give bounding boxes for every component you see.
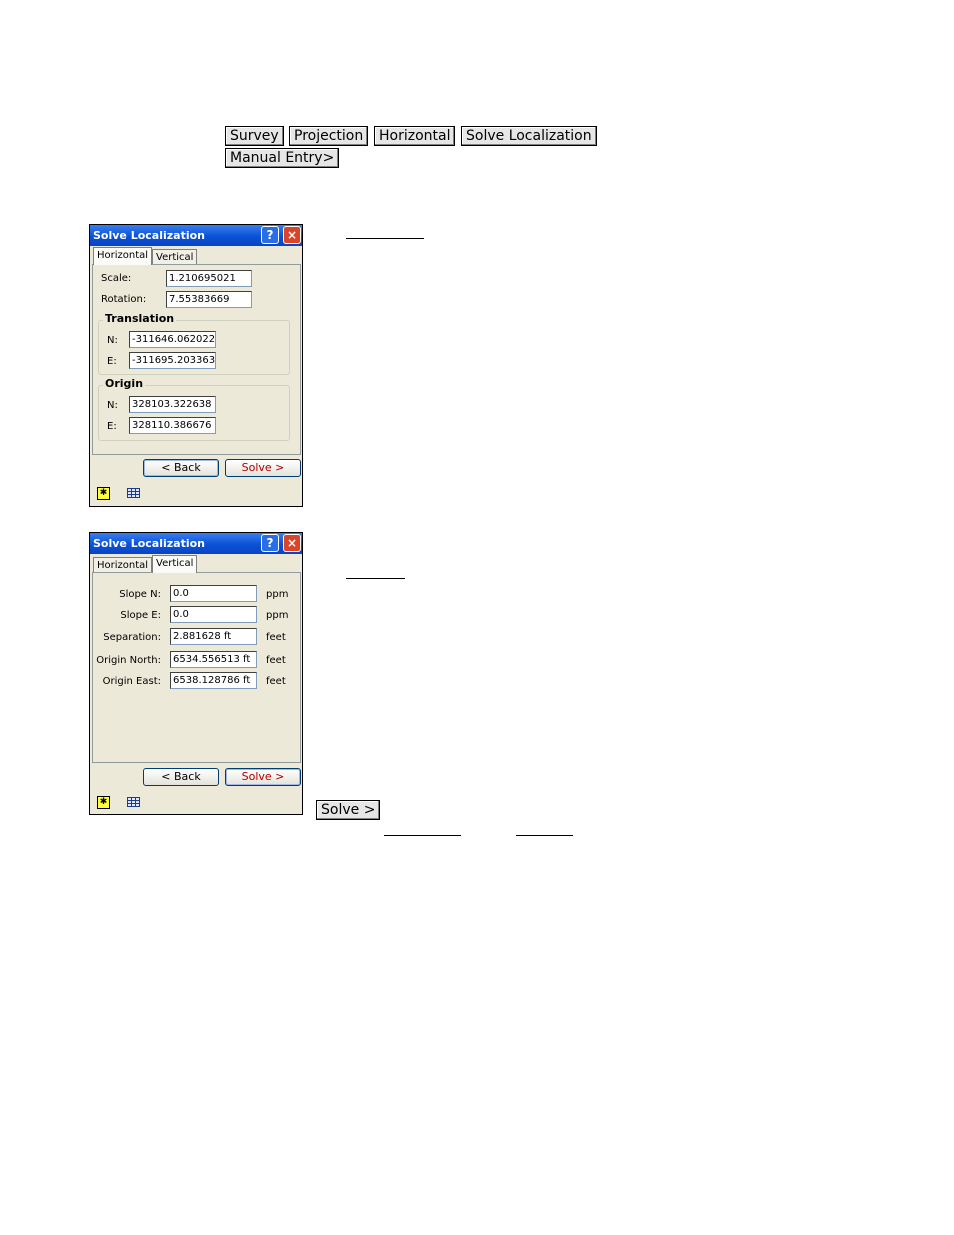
nav-projection-button[interactable]: Projection [289, 126, 369, 146]
separation-unit: feet [266, 632, 286, 643]
origin-n-field[interactable]: 328103.322638 [129, 396, 216, 413]
slope-n-field[interactable]: 0.0 [170, 585, 257, 602]
translation-n-label: N: [107, 335, 118, 346]
separation-field[interactable]: 2.881628 ft [170, 628, 257, 645]
origin-n-label: N: [107, 400, 118, 411]
origin-title: Origin [103, 377, 146, 390]
origin-east-unit: feet [266, 676, 286, 687]
nav-horizontal-button[interactable]: Horizontal [374, 126, 456, 146]
back-button[interactable]: < Back [143, 459, 219, 477]
underline-mark [384, 835, 461, 836]
solve-localization-dialog-horizontal: Solve Localization ? × Horizontal Vertic… [89, 224, 303, 507]
help-icon[interactable]: ? [261, 534, 279, 552]
translation-e-label: E: [107, 356, 117, 367]
tab-panel: Slope N: 0.0 ppm Slope E: 0.0 ppm Separa… [92, 572, 301, 763]
solve-button[interactable]: Solve > [225, 768, 301, 786]
star-icon[interactable]: ✱ [97, 487, 110, 500]
origin-east-label: Origin East: [102, 676, 161, 687]
nav-survey-button[interactable]: Survey [225, 126, 284, 146]
translation-e-field[interactable]: -311695.203363 [129, 352, 216, 369]
origin-east-field[interactable]: 6538.128786 ft [170, 672, 257, 689]
solve-button[interactable]: Solve > [225, 459, 301, 477]
nav-manual-entry-button[interactable]: Manual Entry> [225, 148, 340, 168]
underline-mark [346, 238, 424, 239]
tab-horizontal[interactable]: Horizontal [93, 557, 153, 573]
scale-label: Scale: [101, 273, 132, 284]
origin-north-field[interactable]: 6534.556513 ft [170, 651, 257, 668]
nav-solve-localization-button[interactable]: Solve Localization [461, 126, 597, 146]
dialog-title: Solve Localization [93, 229, 206, 242]
tab-vertical[interactable]: Vertical [152, 249, 198, 265]
rotation-label: Rotation: [101, 294, 147, 305]
slope-n-unit: ppm [266, 589, 289, 600]
solve-button-label: Solve > [241, 461, 285, 474]
slope-n-label: Slope N: [119, 589, 161, 600]
close-icon[interactable]: × [283, 534, 301, 552]
dialog-titlebar: Solve Localization ? × [90, 533, 302, 554]
origin-north-unit: feet [266, 655, 286, 666]
slope-e-label: Slope E: [120, 610, 161, 621]
solve-button[interactable]: Solve > [316, 800, 381, 820]
translation-group: Translation N: -311646.062022 E: -311695… [98, 312, 290, 375]
scale-field[interactable]: 1.210695021 [166, 270, 252, 287]
back-button[interactable]: < Back [143, 768, 219, 786]
solve-localization-dialog-vertical: Solve Localization ? × Horizontal Vertic… [89, 532, 303, 815]
translation-title: Translation [103, 312, 177, 325]
tab-horizontal[interactable]: Horizontal [93, 247, 153, 265]
origin-group: Origin N: 328103.322638 E: 328110.386676 [98, 377, 290, 441]
dialog-titlebar: Solve Localization ? × [90, 225, 302, 246]
underline-mark [516, 835, 573, 836]
tab-panel: Scale: 1.210695021 Rotation: 7.55383669 … [92, 264, 301, 455]
underline-mark [346, 578, 405, 579]
tab-vertical[interactable]: Vertical [152, 555, 198, 573]
origin-e-label: E: [107, 421, 117, 432]
origin-north-label: Origin North: [96, 655, 161, 666]
slope-e-field[interactable]: 0.0 [170, 606, 257, 623]
grid-icon[interactable] [127, 797, 140, 807]
slope-e-unit: ppm [266, 610, 289, 621]
separation-label: Separation: [103, 632, 161, 643]
solve-button-label: Solve > [241, 770, 285, 783]
star-icon[interactable]: ✱ [97, 796, 110, 809]
close-icon[interactable]: × [283, 226, 301, 244]
help-icon[interactable]: ? [261, 226, 279, 244]
grid-icon[interactable] [127, 488, 140, 498]
translation-n-field[interactable]: -311646.062022 [129, 331, 216, 348]
origin-e-field[interactable]: 328110.386676 [129, 417, 216, 434]
rotation-field[interactable]: 7.55383669 [166, 291, 252, 308]
dialog-title: Solve Localization [93, 537, 206, 550]
